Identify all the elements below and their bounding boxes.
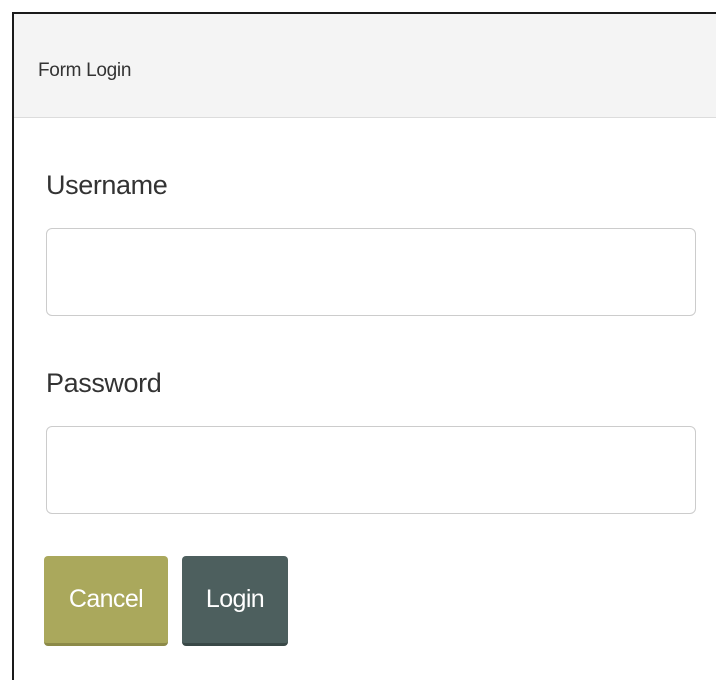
panel-heading: Form Login [14,14,716,118]
username-input[interactable] [46,228,696,316]
login-panel: Form Login Username Password Cancel Logi… [12,12,716,680]
panel-title: Form Login [38,60,132,81]
login-button[interactable]: Login [182,556,288,646]
cancel-button[interactable]: Cancel [44,556,168,646]
password-label: Password [46,368,162,398]
username-label: Username [46,170,168,200]
password-input[interactable] [46,426,696,514]
